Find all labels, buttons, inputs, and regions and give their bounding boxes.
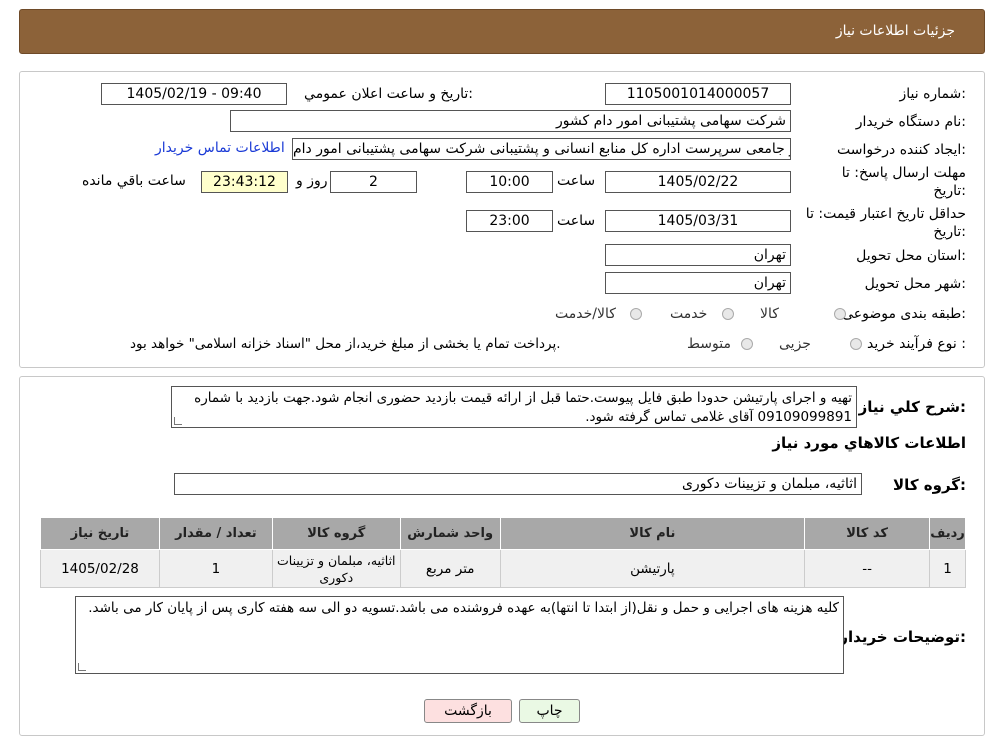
category-goods-service-label: کالا/خدمت	[555, 306, 616, 322]
validity-date-field: 1405/03/31	[605, 210, 791, 232]
buyer-notes-label: توضیحات خریدار:	[839, 628, 966, 646]
purchase-note: پرداخت تمام یا بخشی از مبلغ خرید،از محل …	[130, 336, 561, 352]
category-service-label: خدمت	[670, 306, 708, 322]
buyer-notes-text: کلیه هزینه های اجرایی و حمل و نقل(از ابت…	[88, 600, 839, 616]
days-remaining-field: 2	[330, 171, 417, 193]
goods-group-label: گروه کالا:	[893, 476, 966, 494]
days-label: روز و	[296, 173, 328, 189]
col-row-number: ردیف	[929, 517, 966, 550]
back-button[interactable]: بازگشت	[424, 699, 512, 723]
resize-handle-icon[interactable]	[78, 663, 86, 671]
cell-quantity: 1	[158, 549, 273, 588]
need-number-field: 1105001014000057	[605, 83, 791, 105]
purchase-type-label: نوع فرآیند خرید :	[867, 336, 966, 352]
col-item-name: نام کالا	[499, 517, 806, 550]
print-button[interactable]: چاپ	[519, 699, 580, 723]
summary-text: تهیه و اجرای پارتیشن حدودا طبق فایل پیوس…	[194, 390, 852, 425]
cell-unit: متر مربع	[399, 549, 501, 588]
deadline-label: مهلت ارسال پاسخ: تا	[841, 165, 966, 181]
buyer-org-label: نام دستگاه خريدار:	[855, 114, 966, 130]
province-label: استان محل تحویل:	[856, 248, 966, 264]
purchase-minor-label: جزیی	[779, 336, 811, 352]
category-label: طبقه بندی موضوعی:	[842, 306, 966, 322]
validity-time-label: ساعت	[557, 213, 596, 229]
validity-label: حداقل تاریخ اعتبار قیمت: تا	[805, 206, 966, 222]
validity-time-field: 23:00	[466, 210, 553, 232]
goods-group-field: اثاثیه، مبلمان و تزیینات دکوری	[174, 473, 862, 495]
announce-datetime-field: 1405/02/19 - 09:40	[101, 83, 287, 105]
buyer-notes-textarea[interactable]: کلیه هزینه های اجرایی و حمل و نقل(از ابت…	[75, 596, 844, 674]
col-unit: واحد شمارش	[399, 517, 501, 550]
need-number-label: شماره نیاز:	[899, 86, 966, 102]
city-label: شهر محل تحویل:	[864, 276, 966, 292]
deadline-time-label: ساعت	[557, 173, 596, 189]
goods-info-title: اطلاعات کالاهاي مورد نياز	[772, 434, 966, 452]
announce-label: تاریخ و ساعت اعلان عمومي:	[304, 86, 473, 102]
category-goods-label: کالا	[760, 306, 779, 322]
cell-row-number: 1	[929, 549, 966, 588]
category-service-radio[interactable]	[722, 308, 734, 320]
buyer-org-field: شرکت سهامی پشتیبانی امور دام کشور	[230, 110, 791, 132]
deadline-time-field: 10:00	[466, 171, 553, 193]
summary-textarea[interactable]: تهیه و اجرای پارتیشن حدودا طبق فایل پیوس…	[171, 386, 857, 428]
remaining-label: ساعت باقي مانده	[82, 173, 186, 189]
col-need-date: تاریخ نیاز	[40, 517, 160, 550]
col-goods-group: گروه کالا	[271, 517, 401, 550]
buyer-contact-link[interactable]: اطلاعات تماس خریدار	[155, 140, 285, 156]
table-row: 1 -- پارتیشن متر مربع اثاثیه، مبلمان و ت…	[40, 549, 966, 588]
city-field: تهران	[605, 272, 791, 294]
category-goods-radio[interactable]	[834, 308, 846, 320]
resize-handle-icon[interactable]	[174, 417, 182, 425]
cell-goods-group: اثاثیه، مبلمان و تزیینات دکوری	[271, 549, 401, 588]
remaining-time-field: 23:43:12	[201, 171, 288, 193]
deadline-date-field: 1405/02/22	[605, 171, 791, 193]
purchase-medium-label: متوسط	[687, 336, 731, 352]
purchase-minor-radio[interactable]	[850, 338, 862, 350]
cell-need-date: 1405/02/28	[40, 549, 160, 588]
goods-table-header: ردیف کد کالا نام کالا واحد شمارش گروه کا…	[40, 517, 966, 550]
page-header: جزئیات اطلاعات نیاز	[19, 9, 985, 54]
page-title: جزئیات اطلاعات نیاز	[835, 23, 955, 39]
col-quantity: تعداد / مقدار	[158, 517, 273, 550]
goods-table: ردیف کد کالا نام کالا واحد شمارش گروه کا…	[40, 517, 966, 588]
deadline-label-2: تاریخ:	[933, 183, 966, 199]
summary-label: شرح کلي نياز:	[858, 398, 966, 416]
cell-item-name: پارتیشن	[499, 549, 806, 588]
cell-item-code: --	[804, 549, 931, 588]
col-item-code: کد کالا	[804, 517, 931, 550]
requester-label: ایجاد کننده درخواست:	[837, 142, 966, 158]
purchase-medium-radio[interactable]	[741, 338, 753, 350]
category-goods-service-radio[interactable]	[630, 308, 642, 320]
validity-label-2: تاریخ:	[933, 224, 966, 240]
requester-field: فراز جامعی سرپرست اداره کل منابع انسانی …	[292, 138, 791, 160]
province-field: تهران	[605, 244, 791, 266]
